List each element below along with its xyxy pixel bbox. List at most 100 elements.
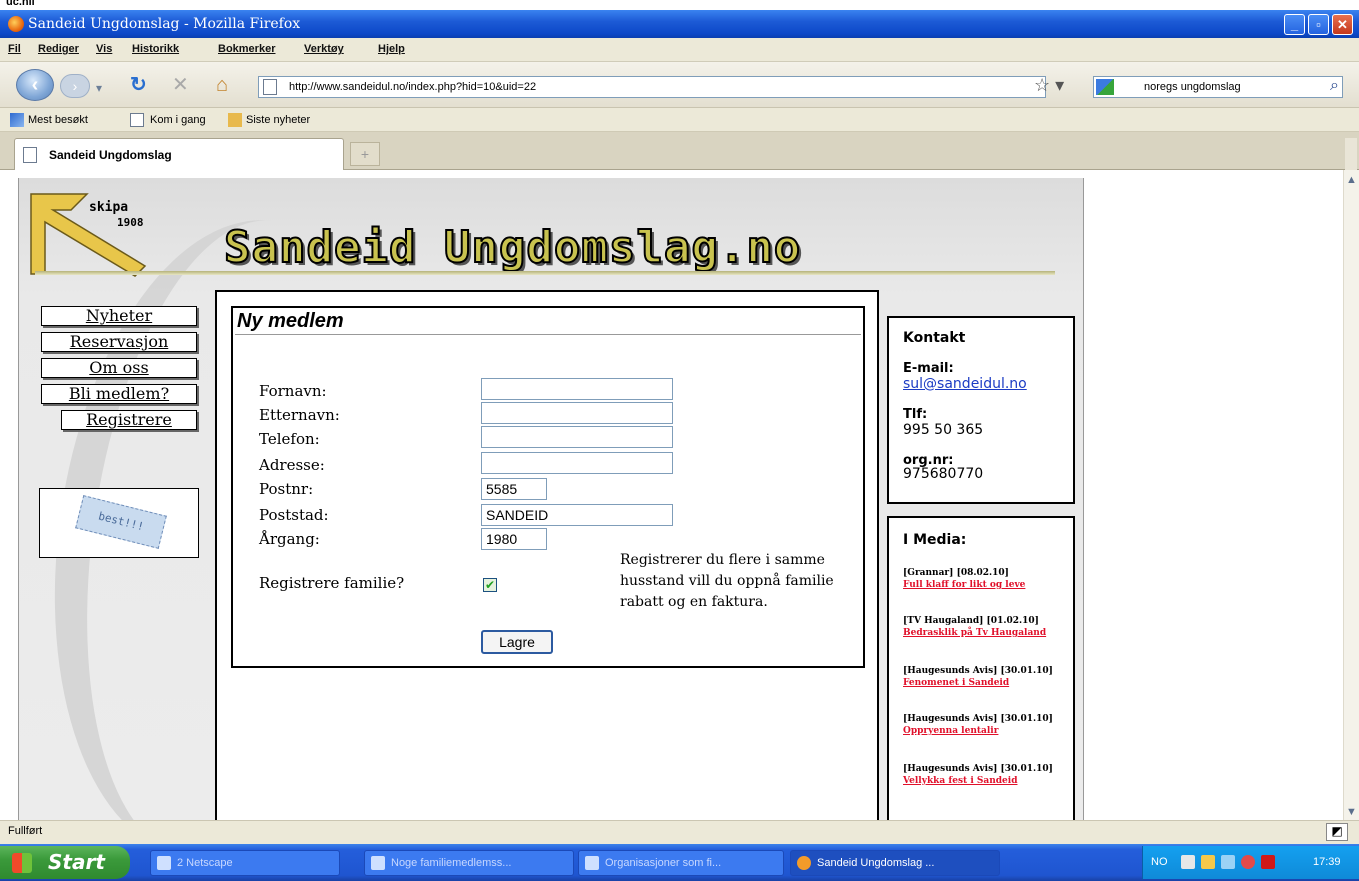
city-input[interactable]: SANDEID [481, 504, 673, 526]
bookmark-most-visited[interactable]: Mest besøkt [28, 114, 88, 126]
postcode-input[interactable]: 5585 [481, 478, 547, 500]
media-link[interactable]: Bedrasklik på Tv Haugaland [903, 628, 1046, 638]
bookmark-latest-news[interactable]: Siste nyheter [246, 114, 310, 126]
site-container: skipa 1908 Sandeid Ungdomslag.no Nyheter… [16, 178, 1084, 820]
alert-icon[interactable] [1241, 855, 1255, 869]
phone-value: 995 50 365 [903, 422, 984, 438]
page-content: skipa 1908 Sandeid Ungdomslag.no Nyheter… [0, 170, 1359, 820]
language-indicator[interactable]: NO [1151, 856, 1168, 868]
top-strip: uc.nii [0, 0, 1359, 10]
security-icon[interactable] [1201, 855, 1215, 869]
family-checkbox[interactable]: ✔ [483, 578, 497, 592]
volume-icon[interactable] [1221, 855, 1235, 869]
bookmark-star-icon[interactable]: ☆ ▾ [1034, 75, 1064, 96]
title-rule [35, 271, 1055, 275]
label-phone: Telefon: [259, 430, 320, 448]
nav-about[interactable]: Om oss [41, 358, 197, 378]
status-text: Fullført [8, 825, 43, 837]
window-title: Sandeid Ungdomslag - Mozilla Firefox [28, 16, 301, 32]
year-input[interactable]: 1980 [481, 528, 547, 550]
media-date: [TV Haugaland] [01.02.10] [903, 616, 1039, 626]
home-icon[interactable]: ⌂ [216, 75, 228, 95]
firefox-icon [8, 16, 24, 32]
tab-sandeid[interactable]: Sandeid Ungdomslag [14, 138, 344, 170]
antivirus-icon[interactable] [1261, 855, 1275, 869]
page-icon [130, 113, 144, 127]
media-link[interactable]: Fenomenet i Sandeid [903, 678, 1009, 688]
scroll-down-icon[interactable]: ▼ [1346, 806, 1357, 818]
bookmark-getting-started[interactable]: Kom i gang [150, 114, 206, 126]
menu-bookmarks[interactable]: Bokmerker [218, 43, 275, 55]
menu-view[interactable]: Vis [96, 43, 112, 55]
system-tray: NO 17:39 [1142, 846, 1359, 879]
email-link[interactable]: sul@sandeidul.no [903, 376, 1027, 392]
menu-history[interactable]: Historikk [132, 43, 179, 55]
site-title: Sandeid Ungdomslag.no [223, 221, 802, 274]
contact-title: Kontakt [903, 330, 966, 346]
search-bar[interactable]: noregs ungdomslag ⌕ [1093, 76, 1343, 98]
label-city: Poststad: [259, 506, 329, 524]
taskbar-button[interactable]: 2 Netscape [150, 850, 340, 876]
start-button[interactable]: Start [0, 846, 130, 879]
first-name-input[interactable] [481, 378, 673, 400]
most-visited-icon [10, 113, 24, 127]
media-link[interactable]: Vellykka fest i Sandeid [903, 776, 1018, 786]
family-note: Registrerer du flere i samme husstand vi… [620, 552, 834, 610]
new-tab-button[interactable]: + [350, 142, 380, 166]
taskbar-button[interactable]: Organisasjoner som fi... [578, 850, 784, 876]
form-divider [235, 334, 861, 335]
scroll-up-icon[interactable]: ▲ [1346, 174, 1357, 186]
nav-news[interactable]: Nyheter [41, 306, 197, 326]
search-icon[interactable]: ⌕ [1330, 77, 1339, 95]
tab-strip: Sandeid Ungdomslag + [0, 132, 1359, 170]
taskbar-button[interactable]: Noge familiemedlemss... [364, 850, 574, 876]
address-input[interactable] [481, 452, 673, 474]
taskbar-button-label: Sandeid Ungdomslag ... [817, 857, 935, 869]
taskbar-button-active[interactable]: Sandeid Ungdomslag ... [790, 850, 1000, 876]
save-button[interactable]: Lagre [481, 630, 553, 654]
clock: 17:39 [1313, 856, 1341, 868]
menu-help[interactable]: Hjelp [378, 43, 405, 55]
window-titlebar: Sandeid Ungdomslag - Mozilla Firefox _ ▫… [0, 10, 1359, 38]
label-register-family: Registrere familie? [259, 574, 405, 592]
maximize-button[interactable]: ▫ [1308, 14, 1329, 35]
label-address: Adresse: [259, 456, 325, 474]
media-date: [Grannar] [08.02.10] [903, 568, 1009, 578]
start-label: Start [48, 850, 105, 874]
menu-file[interactable]: Fil [8, 43, 21, 55]
taskbar-button-label: 2 Netscape [177, 857, 233, 869]
minimize-button[interactable]: _ [1284, 14, 1305, 35]
media-date: [Haugesunds Avis] [30.01.10] [903, 666, 1053, 676]
url-bar[interactable]: http://www.sandeidul.no/index.php?hid=10… [258, 76, 1046, 98]
media-date: [Haugesunds Avis] [30.01.10] [903, 764, 1053, 774]
menu-tools[interactable]: Verktøy [304, 43, 344, 55]
last-name-input[interactable] [481, 402, 673, 424]
bookmarks-toolbar: Mest besøkt Kom i gang Siste nyheter [0, 108, 1359, 132]
search-engine-icon[interactable] [1096, 79, 1114, 95]
close-button[interactable]: ✕ [1332, 14, 1353, 35]
stop-icon[interactable]: ✕ [172, 75, 189, 95]
network-icon[interactable] [1181, 855, 1195, 869]
tab-scroll[interactable] [1345, 138, 1357, 170]
menu-edit[interactable]: Rediger [38, 43, 79, 55]
label-year: Årgang: [259, 530, 320, 548]
media-panel: I Media: [Grannar] [08.02.10] Full klaff… [887, 516, 1075, 820]
nav-reservation[interactable]: Reservasjon [41, 332, 197, 352]
logo-year: 1908 [117, 216, 144, 229]
windows-logo-icon [12, 853, 32, 873]
nav-join[interactable]: Bli medlem? [41, 384, 197, 404]
nav-register[interactable]: Registrere [61, 410, 197, 430]
forward-button[interactable]: › [60, 74, 90, 98]
phone-input[interactable] [481, 426, 673, 448]
history-dropdown-icon[interactable]: ▾ [96, 78, 102, 98]
media-link[interactable]: Full klaff for likt og leve [903, 580, 1025, 590]
rss-icon [228, 113, 242, 127]
taskbar-button-label: Organisasjoner som fi... [605, 857, 722, 869]
back-button[interactable]: ‹ [16, 69, 54, 101]
contact-panel: Kontakt E-mail: sul@sandeidul.no Tlf: 99… [887, 316, 1075, 504]
phone-label: Tlf: [903, 407, 928, 422]
media-link[interactable]: Oppryenna lentalir [903, 726, 998, 736]
status-bar: Fullført ◩ [0, 820, 1359, 844]
reload-icon[interactable]: ↻ [130, 75, 147, 95]
vertical-scrollbar[interactable]: ▲ ▼ [1343, 170, 1359, 820]
